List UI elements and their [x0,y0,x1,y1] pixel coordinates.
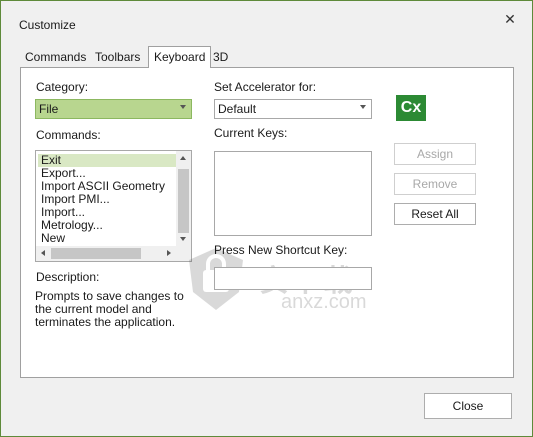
scroll-corner [176,246,191,261]
shortcut-input[interactable] [214,267,372,290]
chevron-down-icon [180,105,186,109]
title-bar: Customize ✕ [1,1,532,41]
tab-toolbars[interactable]: Toolbars [90,47,145,67]
scroll-up-icon[interactable] [180,156,186,160]
customize-dialog: Customize ✕ Commands Toolbars Keyboard 3… [0,0,533,437]
watermark-subtext: anxz.com [281,291,367,313]
app-logo: Cx [396,95,426,121]
vertical-scrollbar[interactable] [176,151,191,246]
close-icon[interactable]: ✕ [502,11,518,27]
keyboard-panel: Category: File Commands: Exit Export... … [20,67,514,378]
scroll-left-icon[interactable] [41,250,45,256]
accelerator-select[interactable]: Default [214,99,372,119]
tab-commands[interactable]: Commands [20,47,91,67]
accelerator-label: Set Accelerator for: [214,80,317,94]
accelerator-value: Default [218,102,257,116]
scroll-right-icon[interactable] [167,250,171,256]
category-value: File [39,102,59,116]
scroll-down-icon[interactable] [180,237,186,241]
shortcut-label: Press New Shortcut Key: [214,243,348,257]
scroll-thumb[interactable] [51,248,141,259]
current-keys-list[interactable] [214,151,372,236]
close-button[interactable]: Close [424,393,512,419]
scroll-thumb[interactable] [178,169,189,233]
tab-keyboard[interactable]: Keyboard [148,46,212,68]
current-keys-label: Current Keys: [214,126,288,140]
chevron-down-icon [360,105,366,109]
tab-3d-mouse[interactable]: 3D Mouse [208,47,254,84]
commands-label: Commands: [36,128,101,142]
category-select[interactable]: File [35,99,192,119]
remove-button[interactable]: Remove [394,173,476,195]
category-label: Category: [36,80,89,94]
horizontal-scrollbar[interactable] [36,246,176,261]
dialog-title: Customize [19,18,76,32]
description-label: Description: [36,270,100,284]
description-text: Prompts to save changes to the current m… [35,289,184,329]
commands-list[interactable]: Exit Export... Import ASCII Geometry Imp… [35,150,192,262]
reset-all-button[interactable]: Reset All [394,203,476,225]
assign-button[interactable]: Assign [394,143,476,165]
list-item[interactable]: New [38,232,65,245]
